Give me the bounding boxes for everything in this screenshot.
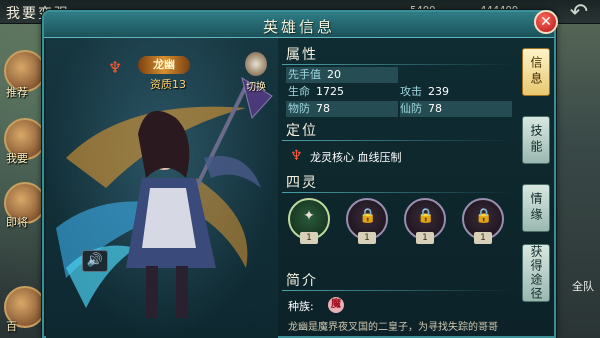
lock-icon: 🔒 <box>475 208 493 224</box>
switch-hero-button[interactable]: 切换 <box>236 52 276 94</box>
flame-icon: ♆ <box>290 148 303 164</box>
switch-label: 切换 <box>246 82 266 93</box>
first-strike-label: 先手值 <box>288 68 321 81</box>
recommend-label: 推荐 <box>6 86 28 99</box>
speaker-icon[interactable]: 🔊 <box>82 250 108 272</box>
section-divider <box>282 192 514 193</box>
race-label: 种族: <box>288 300 314 313</box>
spirit-symbol-icon: ✦ <box>303 208 315 224</box>
whole-team-label[interactable]: 全队 <box>572 278 594 294</box>
tab-obtain[interactable]: 获得途径 <box>522 244 550 302</box>
stat-label: 攻击 <box>400 85 422 98</box>
stat-row-phys-def: 物防 78 <box>288 101 400 117</box>
stat-row-hp: 生命 1725 <box>288 84 400 100</box>
stat-value: 78 <box>428 102 442 115</box>
section-divider <box>282 140 514 141</box>
spirit-slot[interactable]: 🔒 1 <box>404 198 448 246</box>
upcoming-label: 即将 <box>6 216 28 229</box>
tab-bonds[interactable]: 情缘 <box>522 184 550 232</box>
stat-value: 1725 <box>316 85 344 98</box>
quest-label: 我要 <box>6 152 28 165</box>
spirit-level: 1 <box>300 232 318 244</box>
info-panel: 属性 先手值 20 生命 1725 攻击 239 物防 78 仙防 78 定位 ♆ 龙灵核… <box>282 42 516 338</box>
spirit-level: 1 <box>358 232 376 244</box>
section-divider <box>282 64 514 65</box>
tab-info[interactable]: 信息 <box>522 48 550 96</box>
spirit-slot[interactable]: 🔒 1 <box>346 198 390 246</box>
tab-skills[interactable]: 技能 <box>522 116 550 164</box>
flame-icon: ♆ <box>107 58 123 77</box>
spirits-title: 四灵 <box>286 175 318 191</box>
hero-portrait-area: ♆ 龙幽 资质13 切换 🔊 <box>46 38 278 338</box>
lock-icon: 🔒 <box>359 208 377 224</box>
hero-aptitude: 资质13 <box>150 78 186 91</box>
dialog-title: 英雄信息 <box>262 18 335 36</box>
stat-row-magic-def: 仙防 78 <box>400 101 512 117</box>
hero-name: 龙幽 <box>138 56 190 74</box>
spirit-slot[interactable]: ✦ 1 <box>288 198 332 246</box>
stat-value: 78 <box>316 102 330 115</box>
spirit-slots: ✦ 1 🔒 1 🔒 1 🔒 1 <box>282 198 514 250</box>
position-text: 龙灵核心 血线压制 <box>310 151 402 164</box>
first-strike-row: 先手值 20 <box>288 67 400 83</box>
position-row: ♆ 龙灵核心 血线压制 <box>282 148 514 166</box>
spirit-level: 1 <box>416 232 434 244</box>
race-badge: 魔 <box>328 297 344 313</box>
dialog-header: 英雄信息 <box>44 12 554 38</box>
attributes-title: 属性 <box>286 47 318 63</box>
lock-icon: 🔒 <box>417 208 435 224</box>
hundred-label: 百 <box>6 320 17 333</box>
stat-label: 生命 <box>288 85 310 98</box>
stat-label: 物防 <box>288 102 310 115</box>
spirit-slot[interactable]: 🔒 1 <box>462 198 506 246</box>
section-divider <box>282 290 514 291</box>
close-button[interactable]: ✕ <box>534 10 558 34</box>
stat-row-attack: 攻击 239 <box>400 84 512 100</box>
position-title: 定位 <box>286 123 318 139</box>
intro-title: 简介 <box>286 273 318 289</box>
switch-avatar-icon <box>245 52 267 76</box>
first-strike-value: 20 <box>327 68 341 81</box>
hero-bio: 龙幽是魔界夜叉国的二皇子，为寻找失踪的哥哥 <box>288 322 498 333</box>
stat-value: 239 <box>428 85 449 98</box>
stat-label: 仙防 <box>400 102 422 115</box>
hero-info-dialog: 英雄信息 ✕ ♆ 龙幽 资质13 切换 🔊 属性 先手值 20 生命 1725 … <box>42 10 558 338</box>
back-arrow-icon[interactable]: ↶ <box>564 2 594 24</box>
spirit-level: 1 <box>474 232 492 244</box>
